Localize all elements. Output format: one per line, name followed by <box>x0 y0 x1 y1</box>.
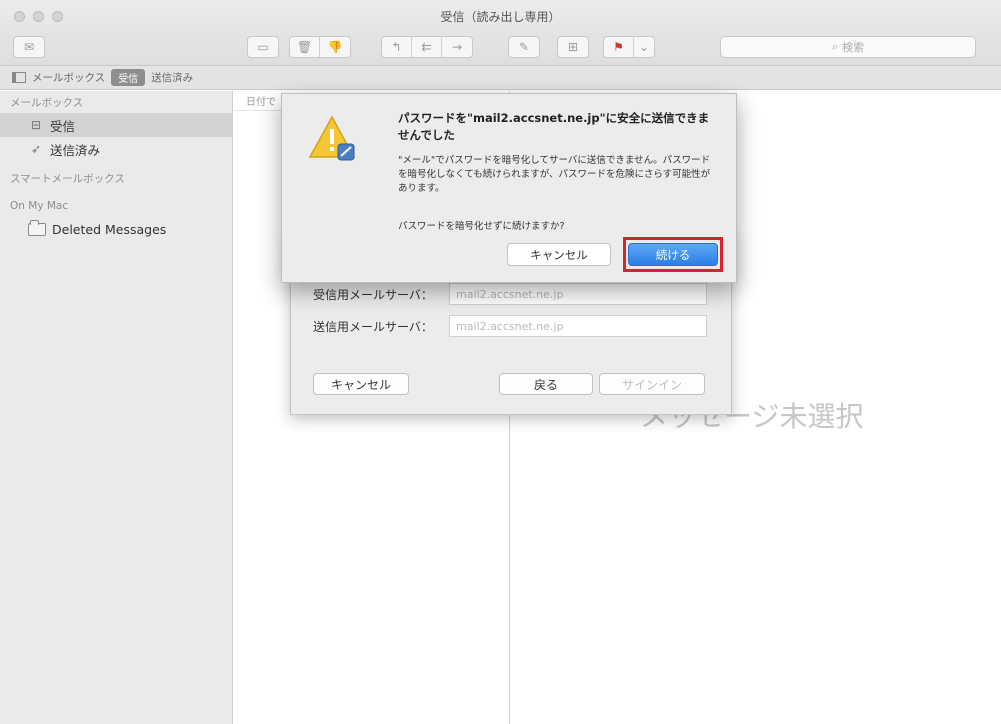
folder-icon <box>28 219 46 236</box>
back-button[interactable]: 戻る <box>499 373 593 395</box>
reply-all-icon[interactable]: ⇇ <box>412 37 442 57</box>
delete-junk-group: 🗑 👎 <box>289 36 351 58</box>
chevron-down-icon[interactable]: ⌄ <box>634 37 654 57</box>
new-note-group: ✎ <box>508 36 540 58</box>
favorites-sent-button[interactable]: 送信済み <box>151 70 193 85</box>
continue-highlight-box <box>623 237 723 272</box>
reply-group: ↰ ⇇ → <box>381 36 473 58</box>
archive-icon[interactable]: ▭ <box>248 37 278 57</box>
sidebar: メールボックス ⊟ 受信 ➶ 送信済み スマートメールボックス On My Ma… <box>0 91 233 724</box>
sidebar-item-label: 受信 <box>50 118 76 134</box>
on-my-mac-header: On My Mac <box>10 200 69 212</box>
warning-icon <box>308 115 356 161</box>
tray-icon[interactable]: ⊞ <box>558 37 588 57</box>
paper-plane-icon: ➶ <box>30 142 42 156</box>
outgoing-server-row: 送信用メールサーバ： mail2.accsnet.ne.jp <box>313 315 707 337</box>
incoming-server-field[interactable]: mail2.accsnet.ne.jp <box>449 283 707 305</box>
sign-in-button[interactable]: サインイン <box>599 373 705 395</box>
alert-question: パスワードを暗号化せずに続けますか? <box>398 221 565 232</box>
favorites-mailbox-button[interactable]: メールボックス <box>32 70 105 85</box>
search-placeholder: 検索 <box>842 41 865 54</box>
smart-mailboxes-header: スマートメールボックス <box>10 172 125 185</box>
favorites-bar: メールボックス 受信 送信済み <box>0 66 1001 90</box>
compose-button[interactable]: ✉ <box>13 36 45 58</box>
search-icon: ⌕ <box>831 40 839 53</box>
junk-icon[interactable]: 👎 <box>320 37 350 57</box>
alert-title: パスワードを"mail2.accsnet.ne.jp"に安全に送信できませんでし… <box>398 111 710 142</box>
envelope-icon: ✉ <box>23 40 35 54</box>
sidebar-item-label: 送信済み <box>50 142 101 158</box>
sidebar-item-sent[interactable]: ➶ 送信済み <box>0 137 232 161</box>
flag-icon[interactable]: ⚑ <box>604 37 634 57</box>
inbox-icon: ⊟ <box>30 118 42 132</box>
forward-icon[interactable]: → <box>442 37 472 57</box>
flag-group: ⚑ ⌄ <box>603 36 655 58</box>
mailbox-action-group: ▭ <box>247 36 279 58</box>
sidebar-item-deleted-messages[interactable]: Deleted Messages <box>0 217 232 241</box>
sidebar-item-label: Deleted Messages <box>52 221 167 237</box>
security-alert-dialog: パスワードを"mail2.accsnet.ne.jp"に安全に送信できませんでし… <box>281 93 737 283</box>
mailboxes-header: メールボックス <box>10 96 84 109</box>
favorites-inbox-button[interactable]: 受信 <box>111 69 146 86</box>
alert-message: "メール"でパスワードを暗号化してサーバに送信できません。パスワードを暗号化しな… <box>398 155 711 194</box>
outgoing-server-field[interactable]: mail2.accsnet.ne.jp <box>449 315 707 337</box>
move-group: ⊞ <box>557 36 589 58</box>
window-title: 受信（読み出し専用） <box>440 10 561 24</box>
edit-icon[interactable]: ✎ <box>509 37 539 57</box>
incoming-server-label: 受信用メールサーバ： <box>313 287 433 302</box>
reply-icon[interactable]: ↰ <box>382 37 412 57</box>
alert-cancel-button[interactable]: キャンセル <box>507 243 611 266</box>
title-bar: 受信（読み出し専用） ✉ ▭ 🗑 👎 ↰ ⇇ → ✎ ⊞ ⚑ ⌄ ⌕ 検索 <box>0 0 1001 66</box>
incoming-server-row: 受信用メールサーバ： mail2.accsnet.ne.jp <box>313 283 707 305</box>
outgoing-server-label: 送信用メールサーバ： <box>313 319 433 334</box>
search-field[interactable]: ⌕ 検索 <box>720 36 976 58</box>
sheet-cancel-button[interactable]: キャンセル <box>313 373 409 395</box>
sidebar-toggle-icon[interactable] <box>12 72 26 83</box>
trash-icon[interactable]: 🗑 <box>290 37 320 57</box>
sidebar-item-inbox[interactable]: ⊟ 受信 <box>0 113 232 137</box>
